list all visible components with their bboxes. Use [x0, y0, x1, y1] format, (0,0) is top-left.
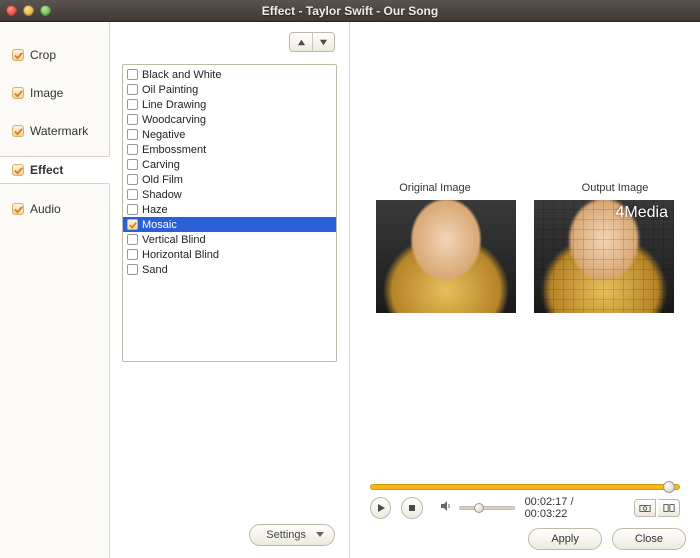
effect-row[interactable]: Woodcarving: [123, 112, 336, 127]
volume-icon: [439, 499, 453, 518]
effects-panel: Black and White Oil Painting Line Drawing W…: [110, 22, 350, 558]
check-icon: [12, 203, 24, 215]
playback-progress[interactable]: [370, 484, 680, 490]
preview-panel: Original Image Output Image 4Media: [350, 22, 700, 558]
check-icon: [12, 125, 24, 137]
effect-checkbox[interactable]: [127, 264, 138, 275]
sidebar-item-label: Image: [30, 86, 63, 100]
check-icon: [12, 164, 24, 176]
preview-labels: Original Image Output Image: [350, 182, 700, 194]
effect-row[interactable]: Line Drawing: [123, 97, 336, 112]
apply-button[interactable]: Apply: [528, 528, 602, 550]
sidebar-item-label: Effect: [30, 163, 63, 177]
effect-checkbox[interactable]: [127, 249, 138, 260]
effect-checkbox[interactable]: [127, 204, 138, 215]
sidebar-item-watermark[interactable]: Watermark: [0, 118, 109, 144]
check-icon: [12, 49, 24, 61]
output-image-preview: 4Media: [534, 200, 674, 313]
effect-label: Sand: [142, 264, 168, 276]
effect-row[interactable]: Haze: [123, 202, 336, 217]
settings-button-label: Settings: [266, 529, 306, 541]
stop-button[interactable]: [401, 497, 422, 519]
effect-row[interactable]: Vertical Blind: [123, 232, 336, 247]
reorder-buttons: [289, 32, 335, 52]
effect-row[interactable]: Sand: [123, 262, 336, 277]
window-title: Effect - Taylor Swift - Our Song: [0, 4, 700, 18]
effect-row[interactable]: Shadow: [123, 187, 336, 202]
effect-label: Old Film: [142, 174, 183, 186]
sidebar-item-label: Audio: [30, 202, 61, 216]
effect-row[interactable]: Embossment: [123, 142, 336, 157]
sidebar-item-effect[interactable]: Effect: [0, 156, 110, 184]
effect-row[interactable]: Horizontal Blind: [123, 247, 336, 262]
volume-slider[interactable]: [459, 506, 515, 510]
effect-label: Embossment: [142, 144, 206, 156]
effect-checkbox[interactable]: [127, 219, 138, 230]
snapshot-button[interactable]: [634, 499, 656, 517]
volume-control: [439, 499, 515, 518]
sidebar-item-image[interactable]: Image: [0, 80, 109, 106]
move-up-button[interactable]: [290, 33, 312, 51]
effect-checkbox[interactable]: [127, 129, 138, 140]
effect-checkbox[interactable]: [127, 84, 138, 95]
effect-label: Woodcarving: [142, 114, 206, 126]
original-image-label: Original Image: [365, 182, 505, 194]
original-image-preview: [376, 200, 516, 313]
settings-button[interactable]: Settings: [249, 524, 335, 546]
compare-button[interactable]: [658, 499, 680, 517]
effect-checkbox[interactable]: [127, 189, 138, 200]
playback-controls: 00:02:17 / 00:03:22: [370, 496, 680, 520]
chevron-down-icon: [316, 532, 324, 537]
effect-checkbox[interactable]: [127, 144, 138, 155]
effect-checkbox[interactable]: [127, 234, 138, 245]
effect-label: Shadow: [142, 189, 182, 201]
effect-label: Negative: [142, 129, 185, 141]
titlebar: Effect - Taylor Swift - Our Song: [0, 0, 700, 22]
effect-checkbox[interactable]: [127, 114, 138, 125]
effect-label: Carving: [142, 159, 180, 171]
move-down-button[interactable]: [312, 33, 334, 51]
effect-checkbox[interactable]: [127, 174, 138, 185]
effect-checkbox[interactable]: [127, 69, 138, 80]
effect-checkbox[interactable]: [127, 159, 138, 170]
close-button[interactable]: Close: [612, 528, 686, 550]
sidebar-item-audio[interactable]: Audio: [0, 196, 109, 222]
effect-row[interactable]: Mosaic: [123, 217, 336, 232]
playback-time: 00:02:17 / 00:03:22: [525, 496, 616, 520]
effect-label: Line Drawing: [142, 99, 206, 111]
output-watermark: 4Media: [616, 204, 668, 222]
effect-checkbox[interactable]: [127, 99, 138, 110]
effect-row[interactable]: Oil Painting: [123, 82, 336, 97]
effect-row[interactable]: Carving: [123, 157, 336, 172]
sidebar-item-label: Watermark: [30, 124, 88, 138]
volume-thumb[interactable]: [474, 503, 484, 513]
output-image-label: Output Image: [545, 182, 685, 194]
effect-label: Oil Painting: [142, 84, 198, 96]
effect-row[interactable]: Negative: [123, 127, 336, 142]
sidebar-item-label: Crop: [30, 48, 56, 62]
effect-label: Black and White: [142, 69, 221, 81]
effect-list[interactable]: Black and White Oil Painting Line Drawing W…: [122, 64, 337, 362]
effect-label: Haze: [142, 204, 168, 216]
play-button[interactable]: [370, 497, 391, 519]
effect-row[interactable]: Old Film: [123, 172, 336, 187]
sidebar-item-crop[interactable]: Crop: [0, 42, 109, 68]
effect-label: Vertical Blind: [142, 234, 206, 246]
playback-thumb[interactable]: [663, 481, 675, 493]
effect-row[interactable]: Black and White: [123, 67, 336, 82]
effect-label: Mosaic: [142, 219, 177, 231]
effect-label: Horizontal Blind: [142, 249, 219, 261]
sidebar: Crop Image Watermark Effect Audio: [0, 22, 110, 558]
check-icon: [12, 87, 24, 99]
